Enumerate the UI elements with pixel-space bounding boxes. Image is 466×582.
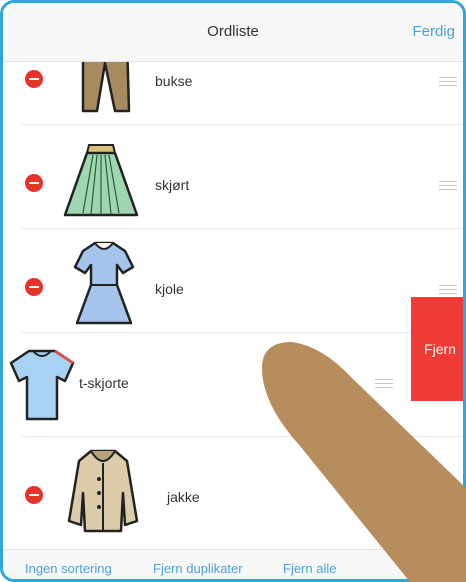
word-list: bukse skjørt kjole t-skjorte jakke: [3, 41, 463, 549]
list-item-label: skjørt: [155, 177, 190, 193]
jacket-icon: [67, 449, 139, 533]
bottom-toolbar: Ingen sortering Fjern duplikater Fjern a…: [3, 549, 463, 579]
list-item-label: t-skjorte: [79, 375, 129, 391]
list-item[interactable]: kjole: [3, 229, 463, 333]
reorder-handle-icon[interactable]: [439, 285, 457, 295]
list-item[interactable]: skjørt: [3, 125, 463, 229]
delete-icon[interactable]: [25, 278, 43, 296]
reorder-handle-icon[interactable]: [439, 181, 457, 191]
dress-icon: [73, 241, 135, 325]
list-item-swiped[interactable]: t-skjorte: [3, 333, 463, 437]
list-item[interactable]: jakke: [3, 437, 463, 541]
reorder-handle-icon[interactable]: [439, 77, 457, 87]
page-title: Ordliste: [207, 23, 259, 40]
list-item-label: bukse: [155, 73, 193, 89]
list-item-label: jakke: [167, 489, 200, 505]
delete-icon[interactable]: [25, 70, 43, 88]
list-item-label: kjole: [155, 281, 184, 297]
device-frame: Ordliste Ferdig bukse skjørt kjole t-skj…: [0, 0, 466, 582]
remove-duplicates-button[interactable]: Fjern duplikater: [153, 561, 243, 576]
done-button[interactable]: Ferdig: [412, 23, 455, 40]
skirt-icon: [63, 144, 139, 217]
navigation-bar: Ordliste Ferdig: [3, 3, 463, 62]
delete-swipe-button[interactable]: Fjern: [411, 297, 463, 401]
delete-icon[interactable]: [25, 174, 43, 192]
t-shirt-icon: [9, 349, 75, 421]
reorder-handle-icon[interactable]: [375, 379, 393, 389]
delete-icon[interactable]: [25, 486, 43, 504]
remove-all-button[interactable]: Fjern alle: [283, 561, 336, 576]
no-sorting-button[interactable]: Ingen sortering: [25, 561, 112, 576]
